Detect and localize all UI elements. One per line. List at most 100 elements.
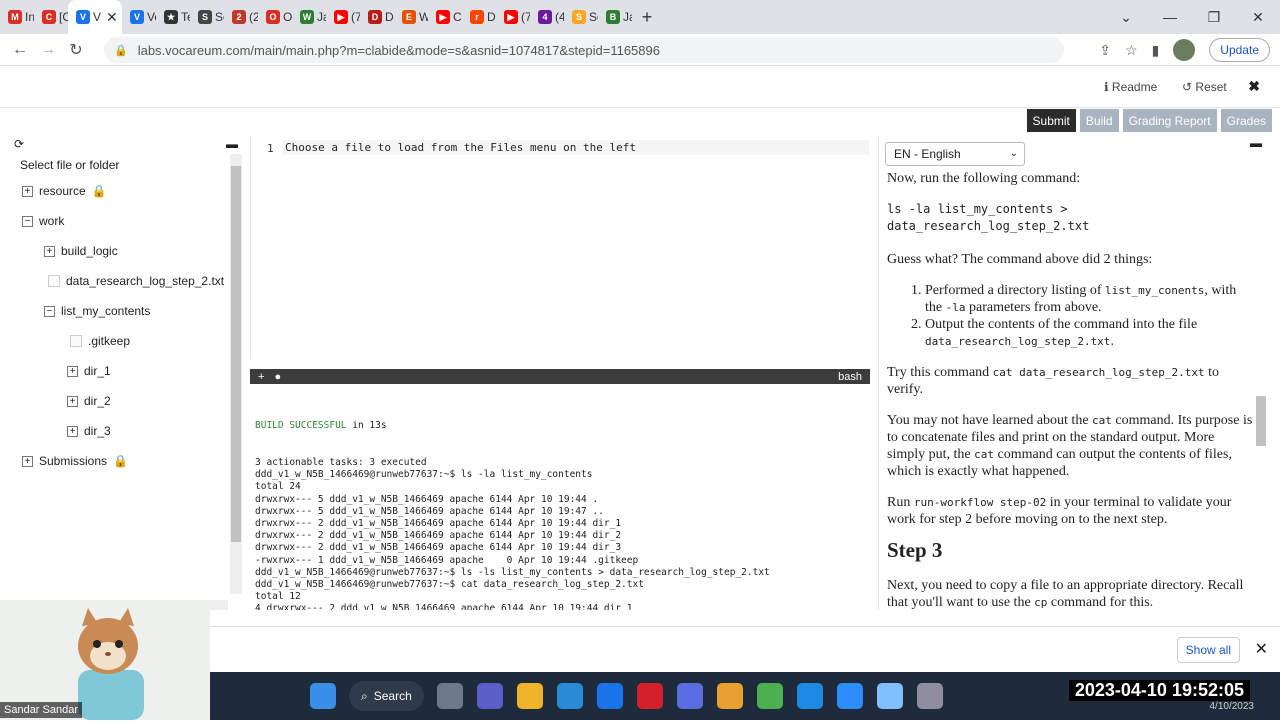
expand-icon[interactable]: + (44, 245, 55, 257)
mail-icon[interactable] (596, 683, 623, 709)
browser-tab-strip: MInboC[CoVV✕VVoc★TecSSoft2(297OOveWJava▶… (0, 0, 1280, 34)
sublime-icon[interactable] (716, 683, 743, 709)
visual-studio-icon[interactable] (676, 683, 703, 709)
browser-tab[interactable]: ▶(7) (496, 0, 530, 34)
show-all-button[interactable]: Show all (1176, 637, 1240, 663)
browser-tab[interactable]: OOve (258, 0, 292, 34)
refresh-icon[interactable]: ⟳ (14, 137, 24, 151)
collapse-icon[interactable]: − (44, 305, 55, 317)
tab-title: Disc (487, 10, 496, 24)
edge-icon[interactable] (796, 683, 823, 709)
submit-button[interactable]: Submit (1026, 109, 1076, 132)
doc-icon: D (368, 10, 382, 24)
url-field[interactable]: 🔒 labs.vocareum.com/main/main.php?m=clab… (104, 37, 1064, 63)
code-editor[interactable]: 1 Choose a file to load from the Files m… (250, 136, 870, 358)
browser-tab[interactable]: SSoft (190, 0, 224, 34)
expand-icon[interactable]: + (67, 425, 78, 437)
browser-tab[interactable]: VVoc (122, 0, 156, 34)
browser-tab[interactable]: WJava (292, 0, 326, 34)
minimize-button[interactable]: — (1148, 0, 1192, 34)
browser-tab[interactable]: C[Co (34, 0, 68, 34)
app-icon[interactable] (916, 683, 943, 709)
toolbar-right: ⇪ ☆ ▮ Update (1099, 37, 1270, 63)
opera-icon[interactable] (636, 683, 663, 709)
tree-node-data-file[interactable]: data_research_log_step_2.txt (48, 274, 224, 288)
close-tab-icon[interactable]: ✕ (106, 9, 118, 26)
update-button[interactable]: Update (1209, 38, 1270, 62)
collapse-panel-icon[interactable]: ▬ (226, 137, 238, 151)
vscode-icon[interactable] (556, 683, 583, 709)
scrollbar-thumb[interactable] (1256, 396, 1266, 446)
tree-node-list-my-contents[interactable]: − list_my_contents (44, 304, 150, 318)
grades-button[interactable]: Grades (1220, 109, 1272, 132)
terminal-line: -rwxrwx--- 1 ddd_v1_w_N5B_1466469 apache… (255, 554, 639, 566)
expand-icon[interactable]: + (22, 455, 33, 467)
sidepanel-icon[interactable]: ▮ (1152, 42, 1160, 59)
language-select[interactable]: EN - English ⌄ (885, 142, 1025, 166)
reload-button[interactable]: ↻ (62, 40, 90, 60)
browser-tab[interactable]: MInbo (0, 0, 34, 34)
browser-tab[interactable]: 4(418 (530, 0, 564, 34)
new-tab-button[interactable]: + (632, 7, 662, 28)
browser-tab[interactable]: ▶Cha (428, 0, 462, 34)
browser-tab[interactable]: ▶(7) (326, 0, 360, 34)
chrome-icon[interactable] (756, 683, 783, 709)
restore-button[interactable]: ❐ (1192, 0, 1236, 34)
browser-tab[interactable]: 2(297 (224, 0, 258, 34)
expand-icon[interactable]: + (67, 365, 78, 377)
scrollbar-thumb[interactable] (231, 166, 241, 542)
tree-node-submissions[interactable]: + Submissions 🔒 (22, 454, 128, 468)
terminal-output[interactable]: BUILD SUCCESSFUL in 13s 3 actionable tas… (250, 384, 870, 610)
tree-node-work[interactable]: − work (22, 214, 64, 228)
opera-icon: O (266, 10, 280, 24)
add-terminal-icon[interactable]: + (258, 371, 264, 383)
reset-link[interactable]: ↺ Reset (1182, 80, 1227, 94)
back-button[interactable]: ← (6, 41, 34, 59)
browser-tab[interactable]: rDisc (462, 0, 496, 34)
grading-report-button[interactable]: Grading Report (1122, 109, 1217, 132)
start-icon[interactable] (310, 683, 336, 709)
browser-tab[interactable]: BJava (598, 0, 632, 34)
browser-tab[interactable]: SSell (564, 0, 598, 34)
task-view-icon[interactable] (436, 683, 463, 709)
tree-node-resource[interactable]: + resource 🔒 (22, 184, 107, 198)
notepad-icon[interactable] (876, 683, 903, 709)
readme-link[interactable]: ℹ Readme (1104, 80, 1157, 94)
forward-button[interactable]: → (34, 41, 62, 59)
expand-icon[interactable]: + (67, 395, 78, 407)
profile-avatar[interactable] (1173, 39, 1196, 61)
instructions-scrollbar[interactable] (1256, 176, 1266, 606)
zoom-icon[interactable] (836, 683, 863, 709)
file-tree-scrollbar[interactable] (230, 154, 242, 594)
tab-title: Wo (419, 10, 428, 24)
file-icon (70, 335, 82, 347)
participant-name: Sandar Sandar (0, 702, 82, 718)
editor-line[interactable]: Choose a file to load from the Files men… (283, 140, 869, 155)
tab-title: Dip (385, 10, 394, 24)
share-icon[interactable]: ⇪ (1099, 42, 1111, 59)
terminal-dot-icon[interactable]: ● (274, 371, 281, 383)
collapse-icon[interactable]: − (22, 215, 33, 227)
file-explorer-icon[interactable] (516, 683, 543, 709)
instruction-paragraph: Guess what? The command above did 2 thin… (887, 252, 1153, 267)
bookmark-star-icon[interactable]: ☆ (1125, 42, 1138, 59)
tree-node-gitkeep[interactable]: .gitkeep (70, 334, 130, 348)
expand-icon[interactable]: + (22, 185, 33, 197)
close-icon[interactable]: ✕ (1255, 639, 1268, 659)
tree-node-dir-3[interactable]: + dir_3 (67, 424, 111, 438)
build-button[interactable]: Build (1079, 109, 1119, 132)
browser-tab[interactable]: DDip (360, 0, 394, 34)
tree-node-dir-2[interactable]: + dir_2 (67, 394, 111, 408)
browser-tab[interactable]: V V ✕ (68, 0, 122, 34)
teams-icon[interactable] (476, 683, 503, 709)
close-icon[interactable]: ✖ (1248, 78, 1260, 95)
taskbar-search[interactable]: ⌕ Search (349, 681, 424, 711)
badge-icon: 4 (538, 10, 552, 24)
browser-tab[interactable]: ★Tec (156, 0, 190, 34)
chevron-down-icon[interactable]: ⌄ (1104, 0, 1148, 34)
browser-tab[interactable]: EWo (394, 0, 428, 34)
tree-node-dir-1[interactable]: + dir_1 (67, 364, 111, 378)
close-window-button[interactable]: ✕ (1236, 0, 1280, 34)
tree-node-build-logic[interactable]: + build_logic (44, 244, 118, 258)
collapse-panel-icon[interactable]: ▬ (1250, 136, 1262, 150)
